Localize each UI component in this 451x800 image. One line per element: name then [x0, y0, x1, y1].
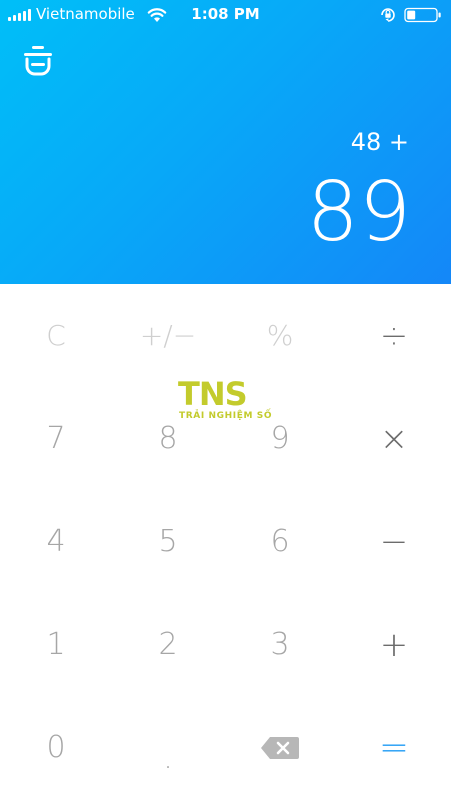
clear-button[interactable]: C: [0, 284, 112, 387]
digit-7-button[interactable]: 7: [0, 387, 112, 490]
display-panel: Vietnamobile 1:08 PM 48 + 89: [0, 0, 451, 284]
digit-5-button[interactable]: 5: [112, 490, 224, 593]
result-display: 89: [306, 165, 411, 260]
digit-1-button[interactable]: 1: [0, 593, 112, 696]
digit-3-button[interactable]: 3: [224, 593, 336, 696]
watermark-letters: TNS: [178, 375, 248, 413]
status-bar: Vietnamobile 1:08 PM: [0, 0, 451, 30]
history-button[interactable]: [20, 44, 56, 76]
digit-4-button[interactable]: 4: [0, 490, 112, 593]
divide-button[interactable]: ÷: [338, 284, 450, 387]
backspace-button[interactable]: [224, 696, 336, 799]
percent-button[interactable]: %: [224, 284, 336, 387]
multiply-button[interactable]: ×: [338, 387, 450, 490]
expression-display: 48 +: [350, 128, 409, 156]
backspace-icon: [261, 736, 299, 759]
digit-0-button[interactable]: 0: [0, 696, 112, 799]
digit-2-button[interactable]: 2: [112, 593, 224, 696]
decimal-button[interactable]: .: [112, 696, 224, 799]
orientation-lock-icon: [381, 8, 395, 22]
watermark-subtitle: TRẢI NGHIỆM SỐ: [179, 411, 273, 421]
watermark-logo: TNS TRẢI NGHIỆM SỐ: [178, 375, 273, 425]
keypad: C +/− % ÷ 7 8 9 × 4 5 6 − 1 2 3 + 0 . =: [0, 284, 451, 800]
plus-button[interactable]: +: [338, 593, 450, 696]
digit-6-button[interactable]: 6: [224, 490, 336, 593]
minus-button[interactable]: −: [338, 490, 450, 593]
battery-icon: [404, 7, 441, 23]
equals-button[interactable]: =: [338, 696, 450, 799]
sign-toggle-button[interactable]: +/−: [112, 284, 224, 387]
